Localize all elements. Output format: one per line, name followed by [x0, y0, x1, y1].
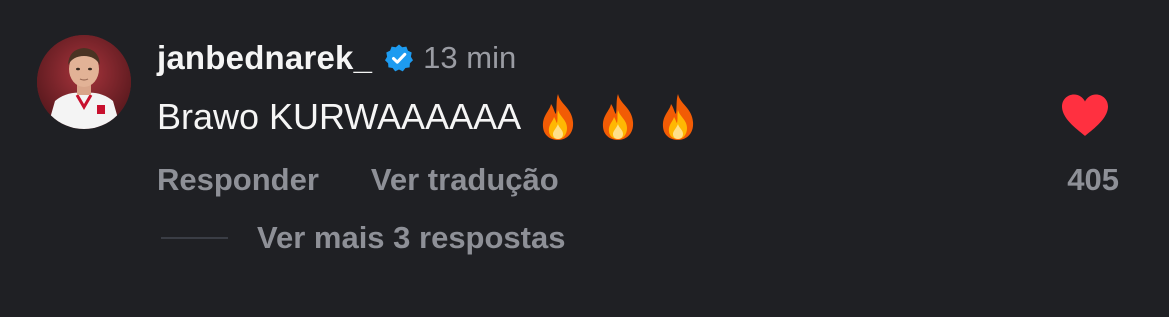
- comment: janbednarek_ 13 min Brawo KURWAAAAAA Res…: [0, 0, 1169, 317]
- view-replies-label: Ver mais 3 respostas: [257, 220, 566, 255]
- like-count: 405: [1067, 162, 1119, 197]
- fire-icon: [595, 92, 641, 142]
- comment-text: Brawo KURWAAAAAA: [157, 96, 522, 137]
- reply-button[interactable]: Responder: [157, 162, 319, 198]
- fire-icon: [655, 92, 701, 142]
- avatar[interactable]: [37, 35, 131, 129]
- comment-actions: Responder Ver tradução: [157, 160, 559, 200]
- avatar-image: [37, 35, 131, 129]
- reply-thread-line: [161, 237, 228, 239]
- comment-header: janbednarek_ 13 min: [157, 36, 516, 80]
- heart-icon: [1062, 94, 1108, 136]
- comment-timestamp: 13 min: [423, 40, 517, 75]
- comment-body: Brawo KURWAAAAAA: [157, 92, 701, 142]
- fire-icon: [535, 92, 581, 142]
- view-replies-button[interactable]: Ver mais 3 respostas: [161, 218, 565, 258]
- username[interactable]: janbednarek_: [157, 39, 372, 77]
- verified-badge-icon: [384, 43, 414, 73]
- translate-button[interactable]: Ver tradução: [371, 162, 559, 198]
- like-button[interactable]: [1059, 92, 1111, 138]
